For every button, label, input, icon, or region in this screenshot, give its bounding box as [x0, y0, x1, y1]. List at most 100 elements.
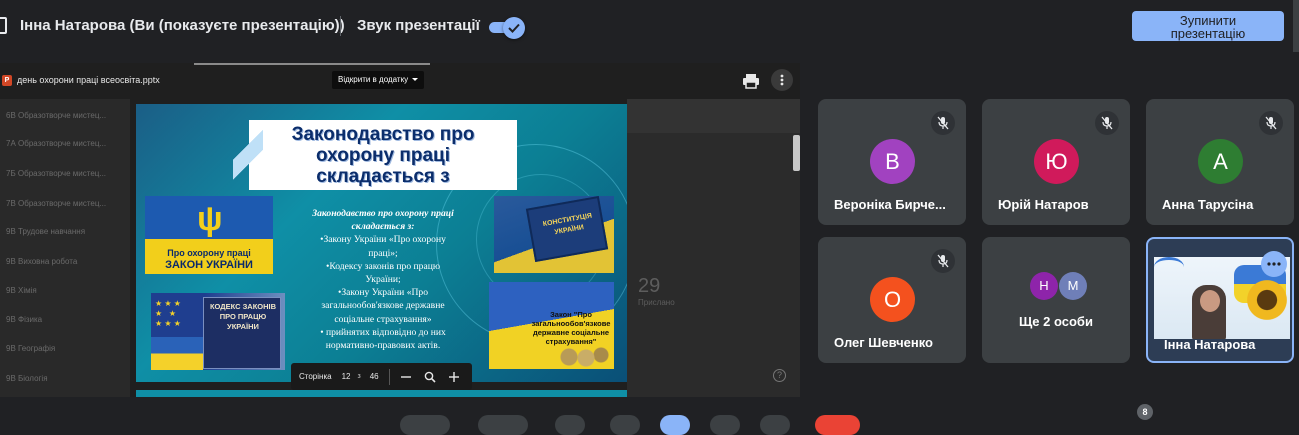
body-line: • прийнятих відповідно до них	[320, 326, 446, 338]
list-item: 6В Образотворче мистец...	[6, 111, 107, 120]
stop-presenting-button[interactable]: Зупинити презентацію	[1132, 11, 1284, 41]
list-item: 9В Трудове навчання	[6, 227, 86, 236]
stop-presenting-label-2: презентацію	[1170, 26, 1246, 41]
avatar: М	[1059, 272, 1087, 300]
more-participants-tile[interactable]: Н М Ще 2 особи	[982, 237, 1130, 363]
total-pages: 46	[369, 372, 379, 381]
help-icon[interactable]: ?	[773, 369, 786, 382]
powerpoint-icon: P	[2, 75, 12, 86]
more-options-icon[interactable]	[1261, 251, 1287, 277]
control-button[interactable]	[555, 415, 585, 435]
book-shape: КОНСТИТУЦІЯ УКРАЇНИ	[525, 196, 609, 263]
participant-tile[interactable]: Ю Юрій Натаров	[982, 99, 1130, 225]
tab-strip	[194, 63, 430, 65]
control-button[interactable]	[710, 415, 740, 435]
title-stripe	[233, 120, 263, 190]
participant-tile[interactable]: О Олег Шевченко	[818, 237, 966, 363]
presenting-icon	[0, 17, 7, 34]
page-label: Сторінка	[299, 372, 332, 381]
list-item: 9В Географія	[6, 344, 56, 353]
more-options-icon[interactable]	[771, 69, 793, 91]
divider	[388, 368, 390, 385]
print-icon[interactable]	[742, 73, 760, 89]
face-shape	[1200, 290, 1220, 312]
leave-call-button[interactable]	[815, 415, 860, 435]
list-item: 9В Біологія	[6, 374, 48, 383]
constitution-image: КОНСТИТУЦІЯ УКРАЇНИ	[494, 196, 614, 273]
background-panel	[627, 99, 800, 397]
body-heading: Законодавство про охорону праці	[312, 208, 454, 219]
body-line: праці»;	[368, 247, 398, 259]
participant-tile[interactable]: В Вероніка Бирче...	[818, 99, 966, 225]
body-line: нормативно-правових актів.	[325, 340, 441, 352]
list-item: 9В Виховна робота	[6, 257, 78, 266]
present-button[interactable]	[660, 415, 690, 435]
checkmark-icon	[508, 23, 520, 33]
scroll-edge	[1293, 0, 1299, 52]
avatar: О	[870, 277, 915, 322]
current-page[interactable]: 12	[342, 372, 351, 381]
presentation-sound-toggle[interactable]	[489, 17, 525, 39]
participants-count-badge: 8	[1137, 404, 1153, 420]
avatar: Ю	[1034, 139, 1079, 184]
mic-off-icon	[931, 111, 955, 135]
toggle-knob	[503, 17, 525, 39]
avatar: Н	[1030, 272, 1058, 300]
image-caption: ЗАКОН УКРАЇНИ	[165, 259, 253, 271]
background-course-list: 6В Образотворче мистец... 7А Образотворч…	[0, 99, 130, 397]
participant-name: Олег Шевченко	[834, 335, 933, 350]
more-participants-label: Ще 2 особи	[1019, 314, 1093, 329]
participant-tile[interactable]: А Анна Тарусіна	[1146, 99, 1294, 225]
list-item: 7В Образотворче мистец...	[6, 199, 107, 208]
control-button[interactable]	[478, 415, 528, 435]
participant-name: Інна Натарова	[1164, 337, 1256, 352]
coins-shape	[559, 346, 609, 368]
presentation-sound-label: Звук презентації	[357, 17, 480, 34]
presenter-name: Інна Натарова (Ви (показуєте презентацію…	[20, 17, 345, 34]
participant-name: Вероніка Бирче...	[834, 197, 946, 212]
sunflower-shape	[1244, 277, 1290, 323]
body-line: України;	[365, 274, 401, 286]
control-button[interactable]	[760, 415, 790, 435]
magnifier-icon	[424, 371, 436, 383]
page-separator: з	[357, 373, 361, 380]
zoom-in-button[interactable]	[446, 369, 462, 385]
zoom-button[interactable]	[422, 369, 438, 385]
image-caption: УКРАЇНИ	[227, 322, 259, 331]
minus-icon	[400, 375, 411, 378]
plus-icon	[448, 371, 459, 382]
slide-edge	[136, 390, 627, 397]
body-heading: складається з:	[351, 221, 415, 233]
presentation-slide: Законодавство про охорону праці складаєт…	[136, 104, 627, 382]
shared-screen: 6В Образотворче мистец... 7А Образотворч…	[0, 63, 800, 397]
control-button[interactable]	[400, 415, 450, 435]
insurance-law-image: Закон "Про загальнообов'язкове державне …	[489, 282, 614, 369]
self-video-tile[interactable]: Інна Натарова	[1146, 237, 1294, 363]
image-caption: Про охорону праці	[167, 248, 251, 258]
body-line: загальнообов'язкове державне	[321, 300, 445, 312]
trident-icon: ψ	[197, 200, 223, 238]
participant-name: Анна Тарусіна	[1162, 197, 1254, 212]
book-shape: КОДЕКС ЗАКОНІВ ПРО ПРАЦЮ УКРАЇНИ	[203, 297, 281, 369]
chevron-down-icon	[412, 78, 419, 82]
file-viewer-bar: P день охорони праці всеосвіта.pptx Відк…	[0, 63, 800, 97]
image-caption: КОДЕКС ЗАКОНІВ	[209, 302, 277, 311]
open-with-button[interactable]: Відкрити в додатку	[332, 71, 425, 89]
file-name: день охорони праці всеосвіта.pptx	[17, 75, 160, 85]
ribbon-shape	[1154, 257, 1184, 277]
scrollbar[interactable]	[793, 135, 800, 171]
body-line: соціальне страхування»	[334, 313, 432, 325]
background-toolbar	[627, 99, 800, 133]
zoom-out-button[interactable]	[398, 369, 414, 385]
background-count-label: Прислано	[638, 298, 675, 307]
slide-body: Законодавство про охорону праці складаєт…	[294, 207, 472, 352]
image-caption: ПРО ПРАЦЮ	[219, 312, 267, 321]
list-item: 7А Образотворче мистец...	[6, 139, 107, 148]
control-button[interactable]	[610, 415, 640, 435]
mic-off-icon	[931, 249, 955, 273]
mic-off-icon	[1259, 111, 1283, 135]
page-navigation: Сторінка 12 з 46	[291, 363, 472, 390]
body-line: •Кодексу законів про працю	[325, 260, 441, 272]
background-count: 29	[638, 275, 661, 297]
slide-title-line: охорону праці	[316, 145, 450, 166]
